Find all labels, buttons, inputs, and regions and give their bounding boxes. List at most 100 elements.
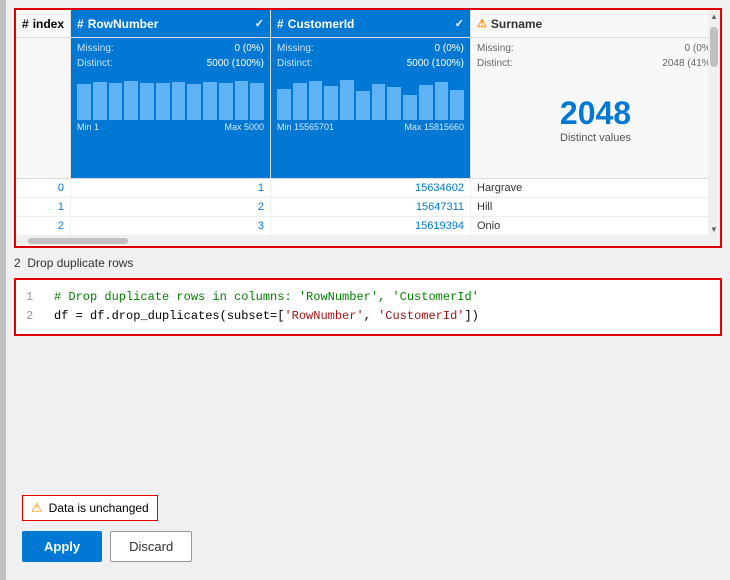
col-index-label: index bbox=[33, 17, 64, 31]
col-index-header: # index bbox=[16, 10, 70, 38]
sn-distinct-label: Distinct: bbox=[477, 56, 513, 71]
rownumber-checkmark-icon: ✓ bbox=[255, 17, 264, 30]
surname-warning-icon: ⚠ bbox=[477, 17, 487, 30]
step-number: 2 bbox=[14, 256, 21, 270]
bar bbox=[235, 81, 249, 120]
cid-max: Max 15815660 bbox=[404, 122, 464, 132]
status-text: Data is unchanged bbox=[49, 501, 149, 515]
customerid-barchart bbox=[271, 74, 470, 122]
bar bbox=[250, 83, 264, 120]
table-header-row: # index # RowNumber ✓ Missing: 0 (0%) bbox=[16, 10, 720, 178]
rn-missing-label: Missing: bbox=[77, 41, 114, 56]
status-warning-icon: ⚠ bbox=[31, 500, 43, 516]
code-comment-1: # Drop duplicate rows in columns: 'RowNu… bbox=[54, 288, 479, 307]
col-surname: ⚠ Surname Missing: 0 (0%) Distinct: 2048… bbox=[471, 10, 720, 178]
surname-distinct-sublabel: Distinct values bbox=[560, 132, 631, 144]
col-customerid-label: CustomerId bbox=[288, 17, 355, 31]
status-message: ⚠ Data is unchanged bbox=[22, 495, 158, 521]
col-surname-label: Surname bbox=[491, 17, 542, 31]
bar bbox=[450, 90, 464, 120]
bar bbox=[109, 83, 123, 120]
col-rownumber-label: RowNumber bbox=[88, 17, 159, 31]
cell-customerid-0: 15634602 bbox=[271, 179, 471, 197]
cell-customerid-1: 15647311 bbox=[271, 198, 471, 216]
bar bbox=[172, 82, 186, 120]
rownumber-stats: Missing: 0 (0%) Distinct: 5000 (100%) bbox=[71, 38, 270, 74]
bar bbox=[93, 82, 107, 120]
surname-stats: Missing: 0 (0%) Distinct: 2048 (41%) bbox=[471, 38, 720, 74]
rownumber-barchart bbox=[71, 74, 270, 122]
bar bbox=[403, 95, 417, 120]
cell-surname-2: Onio bbox=[471, 217, 720, 235]
bar bbox=[356, 91, 370, 120]
bar bbox=[324, 86, 338, 120]
bar bbox=[372, 84, 386, 120]
button-row: Apply Discard bbox=[14, 531, 722, 572]
rn-distinct-val: 5000 (100%) bbox=[207, 56, 264, 71]
table-row: 1 2 15647311 Hill bbox=[16, 198, 720, 217]
customerid-stats: Missing: 0 (0%) Distinct: 5000 (100%) bbox=[271, 38, 470, 74]
index-hash-icon: # bbox=[22, 17, 29, 31]
bar bbox=[277, 89, 291, 121]
rn-bar-range: Min 1 Max 5000 bbox=[71, 122, 270, 136]
bar bbox=[140, 83, 154, 120]
rownumber-hash-icon: # bbox=[77, 17, 84, 31]
bar bbox=[293, 83, 307, 120]
step-label: 2 Drop duplicate rows bbox=[6, 248, 730, 274]
cell-customerid-2: 15619394 bbox=[271, 217, 471, 235]
scroll-down-arrow[interactable]: ▼ bbox=[708, 223, 720, 236]
rn-min: Min 1 bbox=[77, 122, 99, 132]
col-surname-header: ⚠ Surname bbox=[471, 10, 720, 38]
cell-rownumber-2: 3 bbox=[71, 217, 271, 235]
bar bbox=[203, 82, 217, 120]
data-preview-table: # index # RowNumber ✓ Missing: 0 (0%) bbox=[14, 8, 722, 248]
cell-index-0: 0 bbox=[16, 179, 71, 197]
v-scroll-thumb[interactable] bbox=[710, 27, 718, 67]
cell-surname-1: Hill bbox=[471, 198, 720, 216]
line-num-2: 2 bbox=[26, 307, 42, 326]
h-scroll-thumb[interactable] bbox=[28, 238, 128, 244]
code-func-2a: df = df.drop_duplicates(subset=['RowNumb… bbox=[54, 307, 479, 326]
main-wrapper: # index # RowNumber ✓ Missing: 0 (0%) bbox=[0, 0, 730, 580]
customerid-hash-icon: # bbox=[277, 17, 284, 31]
bar bbox=[156, 83, 170, 120]
sn-missing-label: Missing: bbox=[477, 41, 514, 56]
rn-max: Max 5000 bbox=[224, 122, 264, 132]
code-block: 1 # Drop duplicate rows in columns: 'Row… bbox=[14, 278, 722, 336]
col-customerid-header: # CustomerId ✓ bbox=[271, 10, 470, 38]
bar bbox=[124, 81, 138, 120]
surname-distinct-display: 2048 Distinct values bbox=[471, 74, 720, 164]
line-num-1: 1 bbox=[26, 288, 42, 307]
apply-button[interactable]: Apply bbox=[22, 531, 102, 562]
cid-missing-label: Missing: bbox=[277, 41, 314, 56]
code-line-2: 2 df = df.drop_duplicates(subset=['RowNu… bbox=[26, 307, 710, 326]
bar bbox=[419, 85, 433, 120]
cell-surname-0: Hargrave bbox=[471, 179, 720, 197]
cell-rownumber-0: 1 bbox=[71, 179, 271, 197]
cid-bar-range: Min 15565701 Max 15815660 bbox=[271, 122, 470, 136]
discard-button[interactable]: Discard bbox=[110, 531, 192, 562]
col-rownumber-header: # RowNumber ✓ bbox=[71, 10, 270, 38]
table-row: 2 3 15619394 Onio bbox=[16, 217, 720, 236]
col-index: # index bbox=[16, 10, 71, 178]
cell-index-2: 2 bbox=[16, 217, 71, 235]
step-text: Drop duplicate rows bbox=[27, 256, 133, 270]
bar bbox=[77, 84, 91, 120]
surname-distinct-number: 2048 bbox=[560, 95, 631, 132]
cell-rownumber-1: 2 bbox=[71, 198, 271, 216]
bar bbox=[340, 80, 354, 120]
bar bbox=[219, 83, 233, 120]
cid-missing-val: 0 (0%) bbox=[435, 41, 464, 56]
data-rows: 0 1 15634602 Hargrave 1 2 15647311 Hill … bbox=[16, 178, 720, 236]
customerid-checkmark-icon: ✓ bbox=[455, 17, 464, 30]
rn-missing-val: 0 (0%) bbox=[235, 41, 264, 56]
cell-index-1: 1 bbox=[16, 198, 71, 216]
left-indicator bbox=[0, 0, 6, 580]
horizontal-scrollbar[interactable] bbox=[16, 236, 720, 246]
scroll-up-arrow[interactable]: ▲ bbox=[708, 10, 720, 23]
code-line-1: 1 # Drop duplicate rows in columns: 'Row… bbox=[26, 288, 710, 307]
sn-distinct-val: 2048 (41%) bbox=[662, 56, 714, 71]
table-row: 0 1 15634602 Hargrave bbox=[16, 179, 720, 198]
vertical-scrollbar[interactable]: ▲ ▼ bbox=[708, 10, 720, 236]
bar bbox=[387, 87, 401, 120]
